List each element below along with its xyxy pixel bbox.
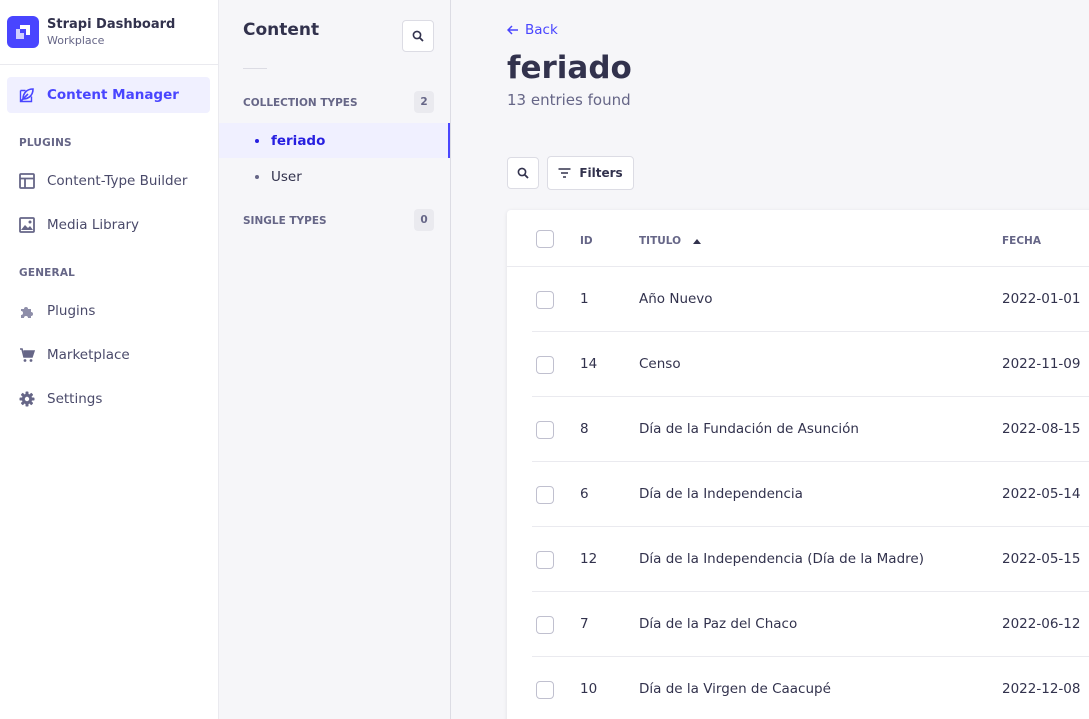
filter-icon: [558, 168, 571, 178]
sort-ascending-icon: [693, 238, 701, 244]
workspace-name: Workplace: [47, 34, 105, 47]
back-link[interactable]: Back: [507, 22, 558, 38]
arrow-left-icon: [507, 25, 519, 35]
column-header-label: ID: [580, 235, 593, 247]
cell-titulo: Día de la Independencia: [639, 486, 803, 502]
collection-types-count: 2: [414, 91, 434, 113]
table-row[interactable]: 12 Día de la Independencia (Día de la Ma…: [532, 527, 1089, 592]
cell-fecha: 2022-05-14: [1002, 486, 1081, 502]
cell-id: 6: [580, 486, 589, 502]
cell-titulo: Día de la Paz del Chaco: [639, 616, 798, 632]
subnav-item-user[interactable]: User: [219, 159, 450, 194]
subnav-search-button[interactable]: [402, 20, 434, 52]
search-icon: [517, 167, 529, 179]
subnav-divider: [243, 68, 267, 69]
nav-item-label: Marketplace: [47, 347, 130, 363]
nav-item-content-manager[interactable]: Content Manager: [7, 77, 210, 113]
filters-label: Filters: [579, 166, 623, 180]
nav-item-media-library[interactable]: Media Library: [7, 207, 210, 243]
column-header-id[interactable]: ID: [580, 235, 593, 247]
cell-fecha: 2022-05-15: [1002, 551, 1081, 567]
nav-item-content-type-builder[interactable]: Content-Type Builder: [7, 163, 210, 199]
bullet-icon: [255, 138, 259, 143]
column-header-fecha[interactable]: FECHA: [1002, 235, 1041, 247]
cell-id: 1: [580, 291, 589, 307]
layout-icon: [19, 173, 35, 189]
table-row[interactable]: 6 Día de la Independencia 2022-05-14: [532, 462, 1089, 527]
nav-item-marketplace[interactable]: Marketplace: [7, 337, 210, 373]
cell-titulo: Día de la Independencia (Día de la Madre…: [639, 551, 924, 567]
cell-id: 12: [580, 551, 598, 567]
page-title: feriado: [507, 50, 632, 86]
brand-header[interactable]: Strapi Dashboard Workplace: [0, 0, 218, 65]
cell-titulo: Día de la Virgen de Caacupé: [639, 681, 831, 697]
cell-titulo: Año Nuevo: [639, 291, 713, 307]
entries-table: ID TITULO FECHA 1 Año Nuevo 2022-01-01 1…: [507, 210, 1089, 719]
nav-item-settings[interactable]: Settings: [7, 381, 210, 417]
nav-item-label: Plugins: [47, 303, 96, 319]
cell-fecha: 2022-08-15: [1002, 421, 1081, 437]
column-header-label: TITULO: [639, 235, 681, 247]
cell-fecha: 2022-06-12: [1002, 616, 1081, 632]
cell-fecha: 2022-01-01: [1002, 291, 1081, 307]
subnav-title: Content: [243, 20, 320, 40]
cell-id: 8: [580, 421, 589, 437]
column-header-label: FECHA: [1002, 235, 1041, 247]
cell-titulo: Día de la Fundación de Asunción: [639, 421, 859, 437]
filters-button[interactable]: Filters: [547, 156, 634, 190]
feather-icon: [19, 87, 35, 103]
bullet-icon: [255, 174, 259, 179]
search-button[interactable]: [507, 157, 539, 189]
cell-titulo: Censo: [639, 356, 681, 372]
single-types-heading[interactable]: SINGLE TYPES: [243, 215, 327, 227]
row-checkbox[interactable]: [536, 616, 554, 634]
entries-count: 13 entries found: [507, 91, 631, 109]
cell-fecha: 2022-11-09: [1002, 356, 1081, 372]
nav-section-general: GENERAL: [19, 267, 76, 279]
nav-item-label: Media Library: [47, 217, 140, 233]
subnav-item-label: User: [271, 168, 302, 185]
nav-item-label: Content-Type Builder: [47, 173, 188, 189]
puzzle-icon: [19, 303, 35, 319]
cell-id: 14: [580, 356, 598, 372]
subnav-item-feriado[interactable]: feriado: [219, 123, 450, 158]
table-row[interactable]: 10 Día de la Virgen de Caacupé 2022-12-0…: [532, 657, 1089, 719]
row-checkbox[interactable]: [536, 551, 554, 569]
cell-id: 10: [580, 681, 598, 697]
table-row[interactable]: 7 Día de la Paz del Chaco 2022-06-12: [532, 592, 1089, 657]
row-checkbox[interactable]: [536, 486, 554, 504]
nav-section-plugins: PLUGINS: [19, 137, 72, 149]
row-checkbox[interactable]: [536, 421, 554, 439]
select-all-checkbox[interactable]: [536, 230, 554, 248]
strapi-logo-icon: [7, 16, 39, 48]
nav-item-label: Settings: [47, 391, 103, 407]
main-navigation: Strapi Dashboard Workplace Content Manag…: [0, 0, 219, 719]
table-header: ID TITULO FECHA: [507, 210, 1089, 267]
back-label: Back: [525, 22, 558, 38]
search-icon: [412, 30, 424, 42]
row-checkbox[interactable]: [536, 356, 554, 374]
nav-item-label: Content Manager: [47, 87, 179, 103]
collection-types-heading[interactable]: COLLECTION TYPES: [243, 97, 358, 109]
row-checkbox[interactable]: [536, 291, 554, 309]
table-row[interactable]: 14 Censo 2022-11-09: [532, 332, 1089, 397]
column-header-titulo[interactable]: TITULO: [639, 235, 701, 247]
image-icon: [19, 217, 35, 233]
cell-fecha: 2022-12-08: [1002, 681, 1081, 697]
row-checkbox[interactable]: [536, 681, 554, 699]
table-row[interactable]: 1 Año Nuevo 2022-01-01: [532, 267, 1089, 332]
brand-name: Strapi Dashboard: [47, 17, 176, 32]
table-row[interactable]: 8 Día de la Fundación de Asunción 2022-0…: [532, 397, 1089, 462]
cell-id: 7: [580, 616, 589, 632]
content-subnav: Content COLLECTION TYPES 2 feriado User …: [219, 0, 451, 719]
gear-icon: [19, 391, 35, 407]
single-types-count: 0: [414, 209, 434, 231]
subnav-item-label: feriado: [271, 132, 326, 149]
nav-item-plugins[interactable]: Plugins: [7, 293, 210, 329]
cart-icon: [19, 347, 35, 363]
